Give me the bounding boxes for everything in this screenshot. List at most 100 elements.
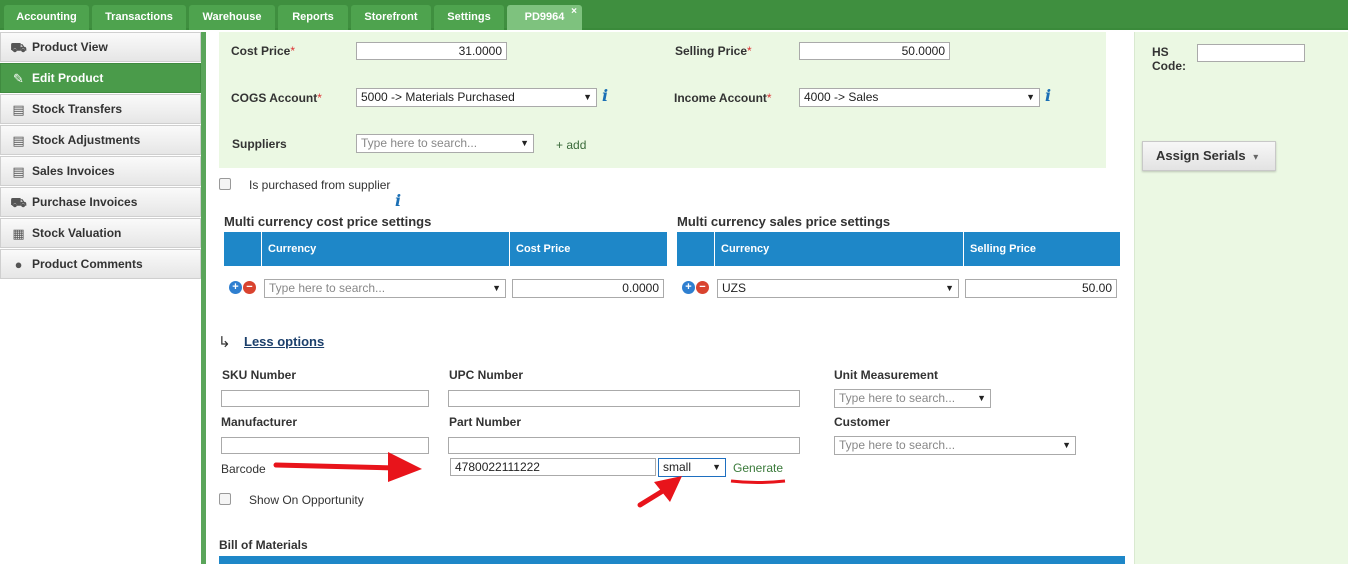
multi-cost-grid-header: Currency Cost Price	[224, 232, 667, 266]
dropdown-arrow-icon: ▼	[977, 393, 986, 403]
tab-transactions[interactable]: Transactions	[92, 5, 186, 30]
sku-input[interactable]	[221, 390, 429, 407]
select-placeholder: Type here to search...	[839, 391, 956, 405]
barcode-label: Barcode	[221, 462, 266, 476]
tab-reports[interactable]: Reports	[278, 5, 348, 30]
suppliers-select[interactable]: Type here to search... ▼	[356, 134, 534, 153]
button-label: Assign Serials	[1156, 148, 1246, 163]
bill-of-materials-title: Bill of Materials	[219, 538, 308, 552]
sidebar-item-label: Edit Product	[32, 71, 104, 85]
edit-icon: ✎	[13, 71, 24, 86]
hs-code-input[interactable]	[1197, 44, 1305, 62]
annotation-arrows	[273, 452, 786, 508]
tab-warehouse[interactable]: Warehouse	[189, 5, 275, 30]
multi-sales-currency-select[interactable]: UZS ▼	[717, 279, 959, 298]
multi-sales-grid-header: Currency Selling Price	[677, 232, 1120, 266]
upc-input[interactable]	[448, 390, 800, 407]
remove-row-icon[interactable]: −	[243, 281, 256, 294]
unit-measurement-select[interactable]: Type here to search... ▼	[834, 389, 991, 408]
select-value: 4000 -> Sales	[804, 90, 879, 104]
grid-col-currency: Currency	[714, 232, 963, 266]
sidebar-item-label: Stock Transfers	[32, 102, 123, 116]
hs-code-label: HS Code:	[1152, 45, 1186, 73]
sidebar-item-label: Stock Adjustments	[32, 133, 141, 147]
add-row-icon[interactable]: +	[229, 281, 242, 294]
info-icon[interactable]: i	[395, 191, 401, 210]
add-supplier-link[interactable]: + add	[556, 138, 586, 152]
sidebar-item-product-comments[interactable]: ● Product Comments	[0, 249, 201, 279]
dropdown-arrow-icon: ▼	[583, 92, 592, 102]
cost-price-input[interactable]: 31.0000	[356, 42, 507, 60]
sidebar-item-label: Product Comments	[32, 257, 143, 271]
bom-grid-header	[219, 556, 1125, 564]
arrow-to-size-select	[637, 476, 682, 508]
sidebar-item-label: Purchase Invoices	[32, 195, 138, 209]
less-options-link[interactable]: Less options	[244, 334, 324, 349]
select-placeholder: Type here to search...	[361, 136, 478, 150]
sidebar-item-purchase-invoices[interactable]: ⛟ Purchase Invoices	[0, 187, 201, 217]
selling-price-label: Selling Price*	[675, 44, 752, 58]
tab-label: Reports	[292, 11, 334, 23]
show-on-opportunity-checkbox[interactable]	[219, 493, 231, 505]
sidebar-item-stock-valuation[interactable]: ▦ Stock Valuation	[0, 218, 201, 248]
grid-col-cost-price: Cost Price	[509, 232, 667, 266]
part-number-label: Part Number	[449, 415, 522, 429]
customer-label: Customer	[834, 415, 891, 429]
dropdown-arrow-icon: ▼	[492, 283, 501, 293]
income-account-select[interactable]: 4000 -> Sales ▼	[799, 88, 1040, 107]
purchased-checkbox-label: Is purchased from supplier	[249, 178, 391, 192]
truck-icon: ⛟	[10, 195, 27, 210]
top-tab-bar: Accounting Transactions Warehouse Report…	[0, 0, 1348, 30]
tab-settings[interactable]: Settings	[434, 5, 504, 30]
select-placeholder: Type here to search...	[269, 281, 386, 295]
selling-price-input[interactable]: 50.0000	[799, 42, 950, 60]
assign-serials-button[interactable]: Assign Serials ▾	[1142, 141, 1276, 171]
tab-label: Storefront	[364, 11, 418, 23]
comment-icon: ●	[14, 257, 23, 272]
multi-sales-price-input[interactable]: 50.00	[965, 279, 1117, 298]
multi-cost-price-input[interactable]: 0.0000	[512, 279, 664, 298]
cogs-account-select[interactable]: 5000 -> Materials Purchased ▼	[356, 88, 597, 107]
cogs-account-label: COGS Account*	[231, 91, 322, 105]
sidebar-item-sales-invoices[interactable]: ▤ Sales Invoices	[0, 156, 201, 186]
document-icon: ▤	[12, 133, 25, 148]
chevron-down-icon: ▾	[1253, 152, 1259, 163]
sidebar-item-edit-product[interactable]: ✎ Edit Product	[0, 63, 201, 93]
sidebar-item-label: Stock Valuation	[32, 226, 122, 240]
info-icon[interactable]: i	[602, 86, 608, 105]
sidebar-item-stock-adjustments[interactable]: ▤ Stock Adjustments	[0, 125, 201, 155]
purchased-checkbox[interactable]	[219, 178, 231, 190]
tab-pd9964[interactable]: PD9964 ×	[507, 5, 582, 30]
info-icon[interactable]: i	[1045, 86, 1051, 105]
customer-select[interactable]: Type here to search... ▼	[834, 436, 1076, 455]
sidebar: ⛟ Product View ✎ Edit Product ▤ Stock Tr…	[0, 32, 201, 564]
tab-storefront[interactable]: Storefront	[351, 5, 431, 30]
select-placeholder: Type here to search...	[839, 438, 956, 452]
add-row-icon[interactable]: +	[682, 281, 695, 294]
grid-col-empty	[224, 232, 261, 266]
tab-label: PD9964	[524, 11, 565, 23]
tab-label: Accounting	[16, 11, 77, 23]
tab-label: Warehouse	[202, 11, 262, 23]
multi-cost-currency-select[interactable]: Type here to search... ▼	[264, 279, 506, 298]
sidebar-item-label: Sales Invoices	[32, 164, 115, 178]
document-icon: ▤	[12, 102, 25, 117]
dropdown-arrow-icon: ▼	[945, 283, 954, 293]
multi-cost-title: Multi currency cost price settings	[224, 214, 432, 229]
dropdown-arrow-icon: ▼	[1062, 440, 1071, 450]
unit-measurement-label: Unit Measurement	[834, 368, 939, 382]
sku-label: SKU Number	[222, 368, 297, 382]
close-tab-icon[interactable]: ×	[571, 0, 577, 24]
sidebar-resize-handle[interactable]	[201, 32, 206, 564]
tab-accounting[interactable]: Accounting	[4, 5, 89, 30]
select-value: UZS	[722, 281, 746, 295]
remove-row-icon[interactable]: −	[696, 281, 709, 294]
sidebar-item-product-view[interactable]: ⛟ Product View	[0, 32, 201, 62]
tab-label: Transactions	[105, 11, 173, 23]
truck-icon: ⛟	[10, 40, 27, 55]
upc-label: UPC Number	[449, 368, 524, 382]
sidebar-item-stock-transfers[interactable]: ▤ Stock Transfers	[0, 94, 201, 124]
cost-price-label: Cost Price*	[231, 44, 296, 58]
manufacturer-label: Manufacturer	[221, 415, 298, 429]
suppliers-label: Suppliers	[232, 137, 287, 151]
